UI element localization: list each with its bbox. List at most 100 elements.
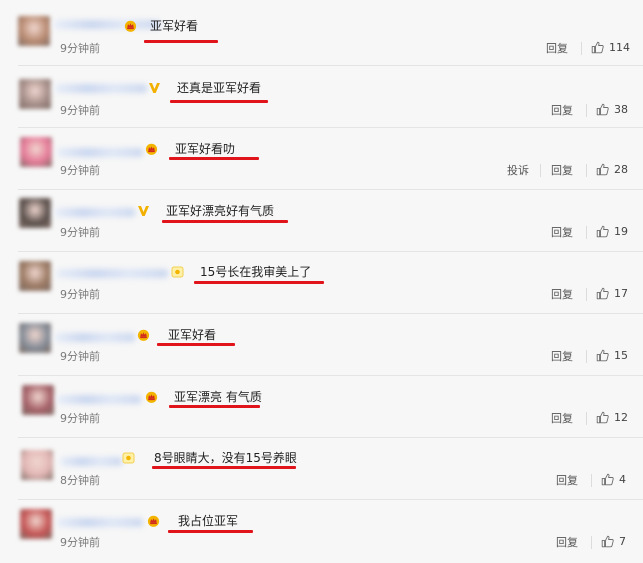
comment-time: 9分钟前 <box>60 104 100 117</box>
verified-v-icon <box>148 82 161 94</box>
action-divider <box>586 350 587 363</box>
username-blurred[interactable] <box>57 148 143 157</box>
comment-text: 15号长在我审美上了 <box>200 265 312 279</box>
username-blurred[interactable] <box>55 333 135 342</box>
like-count: 17 <box>614 287 628 300</box>
avatar[interactable] <box>20 137 52 167</box>
like-count: 28 <box>614 163 628 176</box>
red-underline-annotation <box>168 530 253 533</box>
comment-text: 亚军好看 <box>150 19 199 33</box>
avatar[interactable] <box>19 323 51 353</box>
reply-button[interactable]: 回复 <box>556 474 578 487</box>
comment-text: 亚军好看 <box>168 328 217 342</box>
comment-time: 9分钟前 <box>60 288 100 301</box>
comment-divider <box>18 251 643 252</box>
red-underline-annotation <box>152 466 296 469</box>
action-divider <box>586 164 587 177</box>
comment-divider <box>18 437 643 438</box>
member-badge-icon <box>171 266 184 278</box>
red-underline-annotation <box>162 220 288 223</box>
comment-text: 亚军好看叻 <box>175 142 236 156</box>
comment-divider <box>18 375 643 376</box>
comment-text: 亚军漂亮 有气质 <box>174 390 262 404</box>
like-count: 4 <box>619 473 626 486</box>
comment-time: 9分钟前 <box>60 42 100 55</box>
comment-item: 我占位亚军 9分钟前 回复 7 <box>0 499 643 561</box>
action-divider <box>591 536 592 549</box>
reply-button[interactable]: 回复 <box>551 104 573 117</box>
reply-button[interactable]: 回复 <box>556 536 578 549</box>
comment-text: 亚军好漂亮好有气质 <box>166 204 275 218</box>
member-badge-icon <box>122 452 135 464</box>
comment-item: 亚军好看 9分钟前 回复 15 <box>0 313 643 375</box>
like-count: 15 <box>614 349 628 362</box>
red-underline-annotation <box>169 405 260 408</box>
action-divider <box>540 164 541 177</box>
avatar[interactable] <box>18 16 50 46</box>
report-button[interactable]: 投诉 <box>507 164 529 177</box>
comment-divider <box>18 127 643 128</box>
reply-button[interactable]: 回复 <box>551 288 573 301</box>
red-underline-annotation <box>170 100 268 103</box>
comment-item: 亚军好漂亮好有气质 9分钟前 回复 19 <box>0 189 643 251</box>
comment-item: 15号长在我审美上了 9分钟前 回复 17 <box>0 251 643 313</box>
username-blurred[interactable] <box>57 518 143 527</box>
red-underline-annotation <box>194 281 324 284</box>
reply-button[interactable]: 回复 <box>546 42 568 55</box>
avatar[interactable] <box>19 261 51 291</box>
comment-time: 9分钟前 <box>60 412 100 425</box>
comment-item: 亚军漂亮 有气质 9分钟前 回复 12 <box>0 375 643 437</box>
red-underline-annotation <box>144 40 218 43</box>
reply-button[interactable]: 回复 <box>551 226 573 239</box>
avatar[interactable] <box>19 198 51 228</box>
crown-badge-icon <box>137 329 150 341</box>
comment-divider <box>18 313 643 314</box>
comment-divider <box>18 65 643 66</box>
like-count: 38 <box>614 103 628 116</box>
avatar[interactable] <box>19 79 51 109</box>
username-blurred[interactable] <box>56 269 168 278</box>
comment-time: 8分钟前 <box>60 474 100 487</box>
comment-item: 8号眼睛大，没有15号养眼 8分钟前 回复 4 <box>0 437 643 499</box>
username-blurred[interactable] <box>54 20 160 29</box>
action-divider <box>586 412 587 425</box>
verified-v-icon <box>137 205 150 217</box>
username-blurred[interactable] <box>55 84 147 93</box>
comment-item: 还真是亚军好看 9分钟前 回复 38 <box>0 65 643 127</box>
avatar[interactable] <box>21 450 53 480</box>
comment-time: 9分钟前 <box>60 226 100 239</box>
comment-time: 9分钟前 <box>60 350 100 363</box>
crown-badge-icon <box>145 143 158 155</box>
avatar[interactable] <box>20 509 52 539</box>
username-blurred[interactable] <box>60 457 122 466</box>
action-divider <box>591 474 592 487</box>
comment-text: 8号眼睛大，没有15号养眼 <box>154 451 297 465</box>
like-count: 7 <box>619 535 626 548</box>
comment-time: 9分钟前 <box>60 536 100 549</box>
comment-divider <box>18 189 643 190</box>
username-blurred[interactable] <box>57 395 141 404</box>
action-divider <box>586 226 587 239</box>
crown-badge-icon <box>147 515 160 527</box>
comment-divider <box>18 499 643 500</box>
crown-badge-icon <box>145 391 158 403</box>
reply-button[interactable]: 回复 <box>551 350 573 363</box>
reply-button[interactable]: 回复 <box>551 412 573 425</box>
comment-text: 我占位亚军 <box>178 514 239 528</box>
like-count: 114 <box>609 41 630 54</box>
comment-time: 9分钟前 <box>60 164 100 177</box>
comment-text: 还真是亚军好看 <box>177 81 262 95</box>
like-count: 12 <box>614 411 628 424</box>
username-blurred[interactable] <box>55 208 135 217</box>
red-underline-annotation <box>169 157 259 160</box>
comment-item: 亚军好看 9分钟前 回复 114 <box>0 3 643 65</box>
action-divider <box>581 42 582 55</box>
action-divider <box>586 104 587 117</box>
reply-button[interactable]: 回复 <box>551 164 573 177</box>
action-divider <box>586 288 587 301</box>
comment-item: 亚军好看叻 9分钟前 投诉 回复 28 <box>0 127 643 189</box>
crown-badge-icon <box>124 20 137 32</box>
like-count: 19 <box>614 225 628 238</box>
red-underline-annotation <box>157 343 235 346</box>
avatar[interactable] <box>22 385 54 415</box>
